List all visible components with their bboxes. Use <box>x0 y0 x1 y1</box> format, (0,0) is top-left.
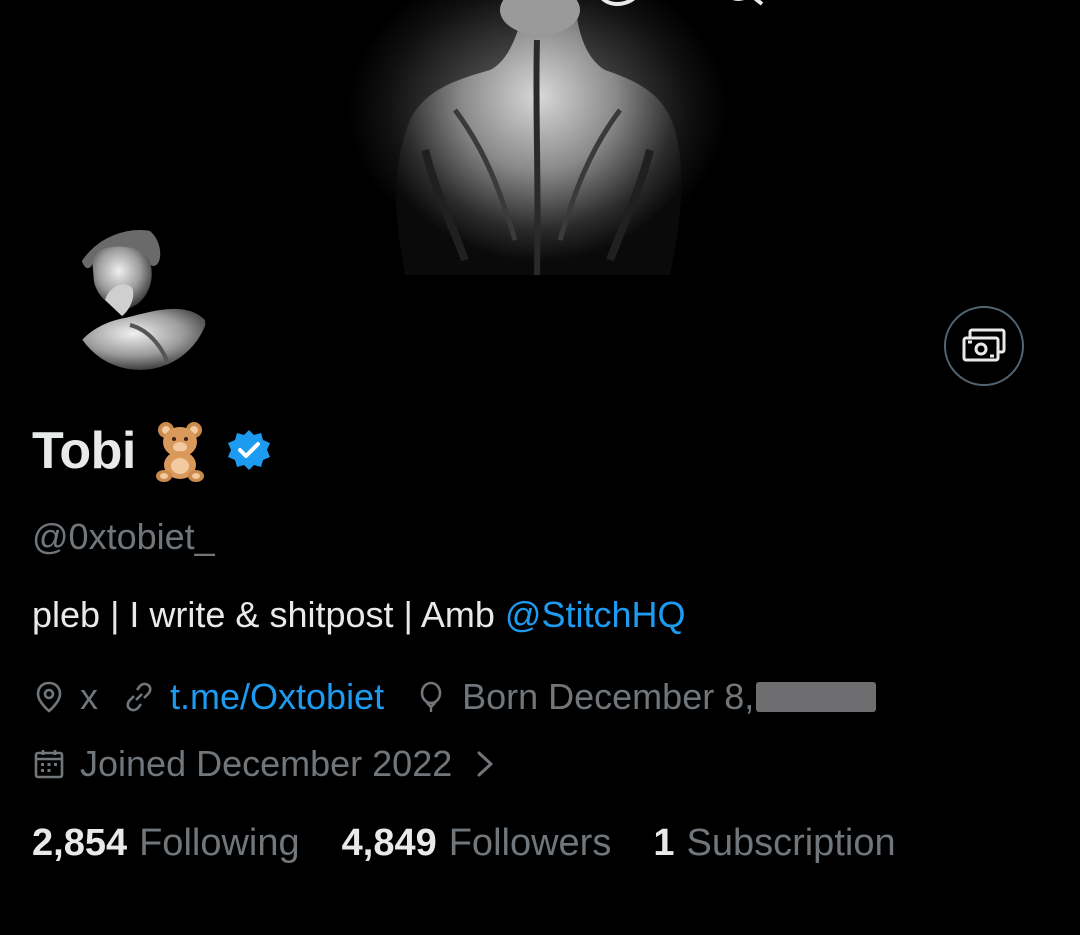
following-label: Following <box>139 822 300 864</box>
avatar[interactable] <box>70 230 210 370</box>
followers-label: Followers <box>448 822 612 864</box>
following-count: 2,854 <box>32 822 128 864</box>
verified-badge-icon[interactable] <box>226 428 272 474</box>
money-icon <box>962 328 1006 362</box>
profile-meta-row: x t.me/Oxtobiet Born December 8, <box>32 676 877 718</box>
balloon-icon <box>420 681 442 712</box>
joined-date-text: Joined December 2022 <box>80 743 453 784</box>
subscriptions-count: 1 <box>653 822 675 864</box>
followers-count: 4,849 <box>341 822 437 864</box>
teddy-bear-emoji <box>155 422 204 482</box>
user-handle: @0xtobiet_ <box>32 516 215 557</box>
redacted-birth-year <box>756 682 877 712</box>
birthday-text: Born December 8, <box>462 676 755 717</box>
bio: pleb | I write & shitpost | Amb @StitchH… <box>32 594 686 636</box>
chevron-right-icon[interactable] <box>472 747 498 781</box>
profile-stats: 2,854 Following 4,849 Followers 1 Subscript… <box>32 822 938 865</box>
website-link[interactable]: t.me/Oxtobiet <box>170 676 384 718</box>
subscriptions-stat[interactable]: 1 Subscription <box>653 822 895 865</box>
banner-image[interactable] <box>285 0 790 275</box>
following-stat[interactable]: 2,854 Following <box>32 822 300 865</box>
search-icon[interactable] <box>712 0 772 30</box>
calendar-icon <box>34 750 64 779</box>
display-name-row: Tobi <box>32 420 272 482</box>
location-text: x <box>80 676 98 717</box>
subscriptions-label: Subscription <box>686 822 896 864</box>
location-icon <box>36 681 62 713</box>
followers-stat[interactable]: 4,849 Followers <box>342 822 612 865</box>
subscribe-button[interactable] <box>944 306 1024 386</box>
bio-mention-link[interactable]: @StitchHQ <box>505 594 686 635</box>
profile-joined-row: Joined December 2022 <box>32 743 498 785</box>
grok-icon[interactable] <box>588 0 648 30</box>
display-name: Tobi <box>32 422 136 480</box>
bio-text: pleb | I write & shitpost | Amb <box>32 594 505 635</box>
edit-list-icon[interactable] <box>840 0 900 30</box>
link-icon <box>126 682 152 712</box>
more-icon[interactable] <box>970 0 1030 30</box>
back-arrow-icon[interactable] <box>30 0 90 30</box>
